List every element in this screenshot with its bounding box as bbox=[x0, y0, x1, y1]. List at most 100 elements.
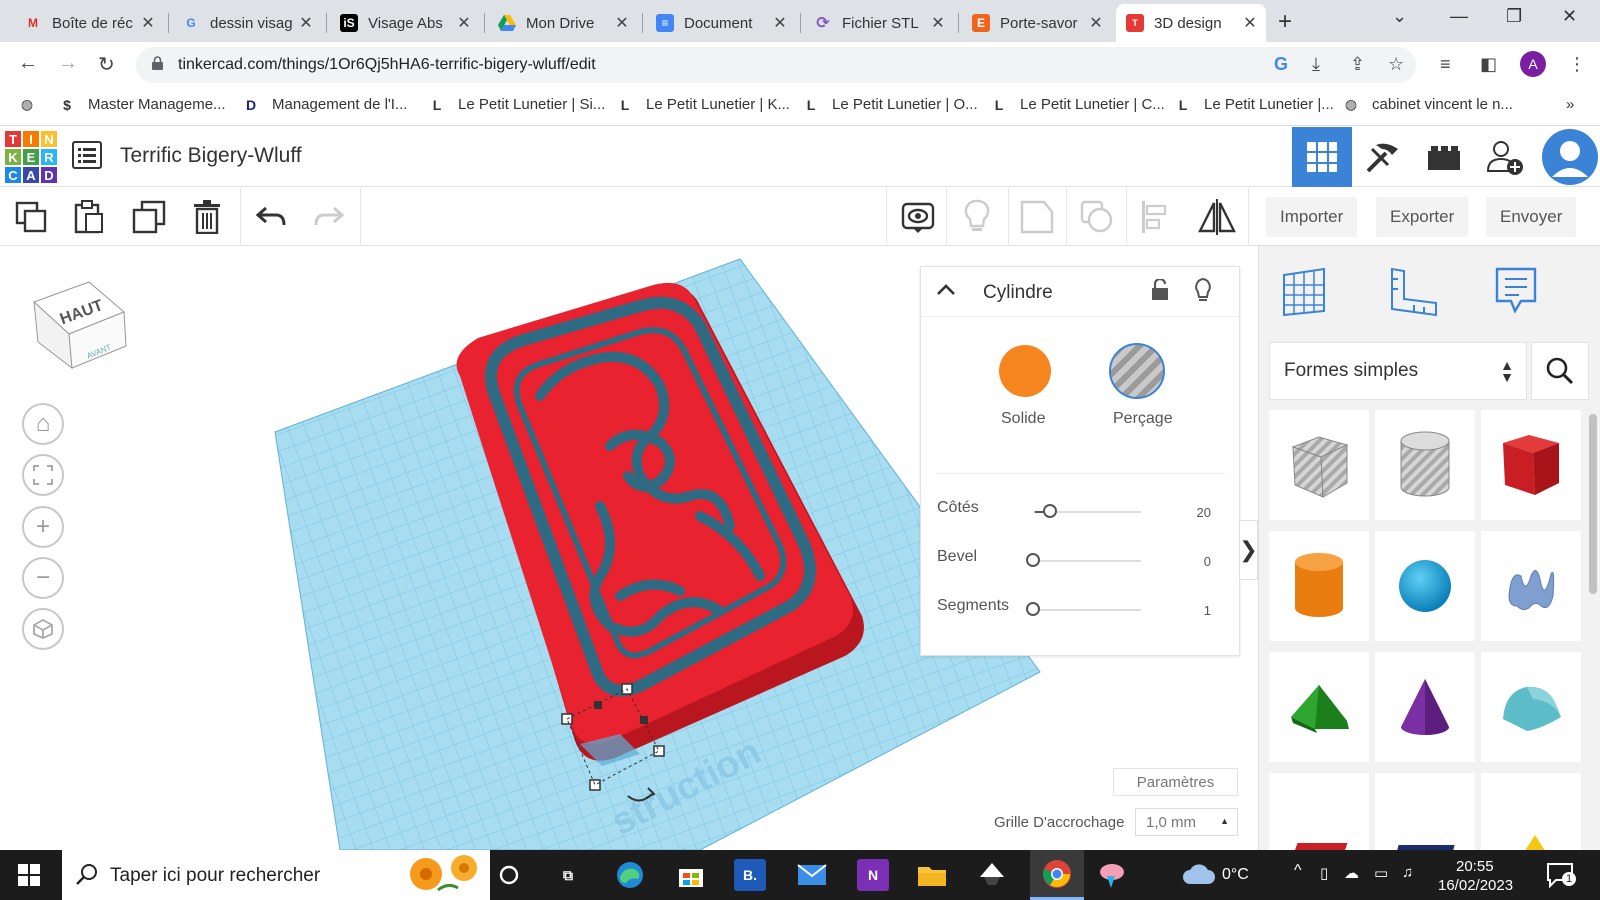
tab-gmail[interactable]: M Boîte de réc ✕ bbox=[14, 4, 164, 42]
segments-slider-thumb[interactable] bbox=[1026, 602, 1040, 616]
weather-cloud-icon[interactable] bbox=[1182, 862, 1216, 891]
design-list-icon[interactable] bbox=[72, 141, 102, 169]
install-icon[interactable]: ⤓ bbox=[1312, 54, 1320, 75]
snap-grid-select[interactable]: 1,0 mm ▲ bbox=[1135, 808, 1238, 836]
sides-value[interactable]: 20 bbox=[1197, 505, 1211, 520]
bricks-view-icon[interactable] bbox=[1414, 127, 1474, 187]
bookmark-item[interactable]: L Le Petit Lunetier | C... bbox=[990, 96, 1165, 113]
shape-cylinder[interactable] bbox=[1269, 531, 1369, 641]
undo-icon[interactable] bbox=[250, 196, 292, 238]
shape-box[interactable] bbox=[1481, 410, 1581, 520]
copy-icon[interactable] bbox=[10, 196, 52, 238]
bookmark-item[interactable]: ◍ cabinet vincent le n... bbox=[1342, 96, 1513, 113]
tab-istock[interactable]: iS Visage Abs ✕ bbox=[330, 4, 480, 42]
segments-value[interactable]: 1 bbox=[1204, 603, 1211, 618]
send-button[interactable]: Envoyer bbox=[1486, 197, 1577, 237]
shape-text[interactable] bbox=[1269, 773, 1369, 850]
bookmark-item[interactable]: L Le Petit Lunetier | O... bbox=[802, 96, 978, 113]
shape-pyramid[interactable] bbox=[1481, 773, 1581, 850]
taskbar-search-box[interactable]: Taper ici pour rechercher bbox=[62, 850, 490, 900]
import-button[interactable]: Importer bbox=[1266, 197, 1358, 237]
reload-icon[interactable]: ↻ bbox=[98, 52, 115, 77]
workplane-tool-icon[interactable] bbox=[1269, 256, 1339, 326]
ruler-tool-icon[interactable] bbox=[1377, 256, 1447, 326]
onenote-icon[interactable]: N bbox=[857, 859, 889, 891]
shape-category-select[interactable]: Formes simples ▲ ▼ bbox=[1269, 342, 1527, 400]
view-cube[interactable]: HAUT AVANT bbox=[24, 262, 134, 372]
mail-icon[interactable] bbox=[796, 859, 828, 891]
hole-swatch[interactable] bbox=[1109, 343, 1165, 399]
bookmark-item[interactable]: L Le Petit Lunetier |... bbox=[1174, 96, 1334, 113]
tab-drive[interactable]: Mon Drive ✕ bbox=[488, 4, 638, 42]
clock-time[interactable]: 20:55 bbox=[1456, 858, 1494, 875]
tray-tablet-icon[interactable]: ▯ bbox=[1320, 864, 1328, 882]
close-icon[interactable]: ✕ bbox=[1088, 13, 1104, 33]
shape-cone[interactable] bbox=[1375, 652, 1475, 762]
user-avatar[interactable] bbox=[1540, 127, 1600, 187]
close-icon[interactable]: ✕ bbox=[298, 13, 314, 33]
new-tab-button[interactable]: + bbox=[1278, 8, 1292, 36]
cortana-icon[interactable] bbox=[493, 859, 525, 891]
minimize-icon[interactable]: — bbox=[1450, 6, 1468, 27]
notifications-icon[interactable]: 1 bbox=[1546, 862, 1576, 893]
windows-start-icon[interactable] bbox=[18, 864, 40, 891]
zoom-out-icon[interactable]: − bbox=[22, 557, 64, 599]
blocks-view-icon[interactable] bbox=[1353, 127, 1413, 187]
hide-lightbulb-icon[interactable] bbox=[1193, 277, 1213, 308]
close-icon[interactable]: ✕ bbox=[456, 13, 472, 33]
close-icon[interactable]: ✕ bbox=[140, 13, 156, 33]
task-view-icon[interactable]: ⧉ bbox=[552, 859, 584, 891]
bookmark-item[interactable]: L Le Petit Lunetier | K... bbox=[616, 96, 790, 113]
tab-google[interactable]: G dessin visag ✕ bbox=[172, 4, 322, 42]
kebab-menu-icon[interactable]: ⋮ bbox=[1568, 54, 1586, 75]
bevel-slider-thumb[interactable] bbox=[1026, 553, 1040, 567]
close-icon[interactable]: ✕ bbox=[930, 13, 946, 33]
export-button[interactable]: Exporter bbox=[1376, 197, 1469, 237]
media-icon[interactable]: ≡ bbox=[1440, 54, 1451, 75]
tab-etsy[interactable]: E Porte-savor ✕ bbox=[962, 4, 1112, 42]
tinkercad-logo[interactable]: T I N K E R C A D bbox=[4, 130, 58, 184]
shape-box-hole[interactable] bbox=[1269, 410, 1369, 520]
bevel-slider-track[interactable] bbox=[1033, 560, 1141, 562]
back-icon[interactable]: ← bbox=[18, 52, 38, 75]
duplicate-icon[interactable] bbox=[128, 196, 170, 238]
booking-app-icon[interactable]: B. bbox=[734, 859, 766, 891]
tab-search-icon[interactable]: ⌄ bbox=[1392, 6, 1407, 27]
sidepanel-icon[interactable]: ◧ bbox=[1480, 54, 1497, 75]
zoom-in-icon[interactable]: + bbox=[22, 506, 64, 548]
mirror-icon[interactable] bbox=[1196, 196, 1238, 238]
library-scrollbar[interactable] bbox=[1589, 414, 1597, 594]
lightbulb-icon[interactable] bbox=[956, 196, 998, 238]
add-user-icon[interactable] bbox=[1475, 127, 1535, 187]
3d-view-button[interactable] bbox=[1292, 127, 1352, 187]
url-bar[interactable]: tinkercad.com/things/1Or6Qj5hHA6-terrifi… bbox=[136, 47, 1416, 83]
google-lens-icon[interactable]: G bbox=[1274, 54, 1288, 75]
share-icon[interactable]: ⇪ bbox=[1350, 54, 1365, 75]
clock-date[interactable]: 16/02/2023 bbox=[1438, 877, 1513, 894]
close-icon[interactable]: ✕ bbox=[614, 13, 630, 33]
close-icon[interactable]: ✕ bbox=[772, 13, 788, 33]
align-icon[interactable] bbox=[1134, 196, 1176, 238]
volume-icon[interactable]: ♫ bbox=[1402, 864, 1413, 881]
panel-collapse-chevron-icon[interactable]: ❯ bbox=[1239, 520, 1258, 580]
settings-button[interactable]: Paramètres bbox=[1113, 768, 1238, 796]
solid-color-swatch[interactable] bbox=[999, 345, 1051, 397]
shape-round-roof[interactable] bbox=[1481, 652, 1581, 762]
project-title[interactable]: Terrific Bigery-Wluff bbox=[120, 144, 302, 168]
unlock-icon[interactable] bbox=[1151, 277, 1169, 306]
restore-icon[interactable]: ❐ bbox=[1506, 6, 1522, 27]
tray-chevron-icon[interactable]: ^ bbox=[1294, 862, 1302, 880]
bookmark-item[interactable]: ◍ bbox=[18, 96, 48, 113]
inkscape-icon[interactable] bbox=[976, 859, 1008, 891]
tab-stl[interactable]: ⟳ Fichier STL ✕ bbox=[804, 4, 954, 42]
chrome-icon[interactable] bbox=[1030, 850, 1084, 900]
perspective-icon[interactable] bbox=[22, 608, 64, 650]
forward-icon[interactable]: → bbox=[58, 52, 78, 75]
segments-slider-track[interactable] bbox=[1033, 609, 1141, 611]
search-icon[interactable] bbox=[1531, 342, 1589, 400]
store-icon[interactable] bbox=[675, 859, 707, 891]
paint3d-icon[interactable] bbox=[1096, 859, 1128, 891]
bookmark-star-icon[interactable]: ☆ bbox=[1388, 54, 1404, 75]
notes-tool-icon[interactable] bbox=[1481, 256, 1551, 326]
weather-temperature[interactable]: 0°C bbox=[1222, 866, 1249, 884]
